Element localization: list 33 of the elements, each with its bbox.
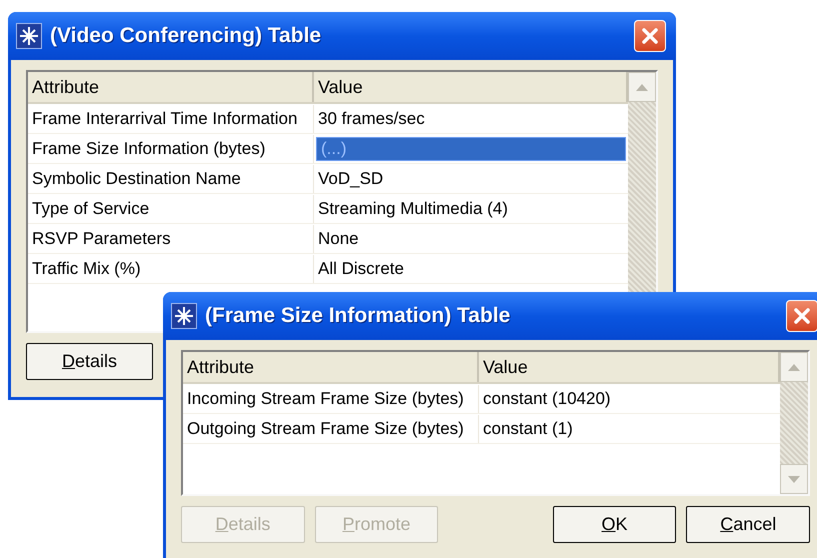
close-button[interactable] <box>634 20 666 52</box>
close-button[interactable] <box>786 300 817 332</box>
table-cell[interactable]: constant (1) <box>479 417 577 441</box>
up-arrow-icon <box>788 364 800 370</box>
scrollbar[interactable] <box>780 352 808 494</box>
table-cell: Incoming Stream Frame Size (bytes) <box>183 385 479 413</box>
scroll-up-button[interactable] <box>780 352 808 382</box>
table-cell[interactable]: All Discrete <box>314 257 408 281</box>
down-arrow-icon <box>788 476 800 482</box>
dialog-button[interactable]: Cancel <box>686 506 810 543</box>
table-cell: Frame Size Information (bytes) <box>28 135 314 163</box>
dialog-button[interactable]: Details <box>26 343 153 380</box>
close-icon <box>641 27 659 45</box>
table-cell: Symbolic Destination Name <box>28 165 314 193</box>
table-cell: Traffic Mix (%) <box>28 255 314 283</box>
table-cell: Outgoing Stream Frame Size (bytes) <box>183 415 479 443</box>
column-header[interactable]: Attribute <box>183 352 479 382</box>
dialog-button[interactable]: OK <box>552 506 676 543</box>
column-header[interactable]: Attribute <box>28 72 314 102</box>
table-cell[interactable]: 30 frames/sec <box>314 107 429 131</box>
scroll-up-button[interactable] <box>628 72 656 102</box>
window-title: (Frame Size Information) Table <box>205 303 510 330</box>
table-cell: RSVP Parameters <box>28 225 314 253</box>
window-title: (Video Conferencing) Table <box>50 23 322 50</box>
close-icon <box>793 307 811 325</box>
table-cell[interactable]: constant (10420) <box>479 387 615 411</box>
table-cell[interactable]: Streaming Multimedia (4) <box>314 197 512 221</box>
table-cell: Frame Interarrival Time Information <box>28 105 314 133</box>
up-arrow-icon <box>636 84 648 90</box>
table-cell: Type of Service <box>28 195 314 223</box>
table-cell[interactable]: VoD_SD <box>314 167 388 191</box>
table-cell[interactable]: None <box>314 227 363 251</box>
scroll-down-button[interactable] <box>780 464 808 494</box>
